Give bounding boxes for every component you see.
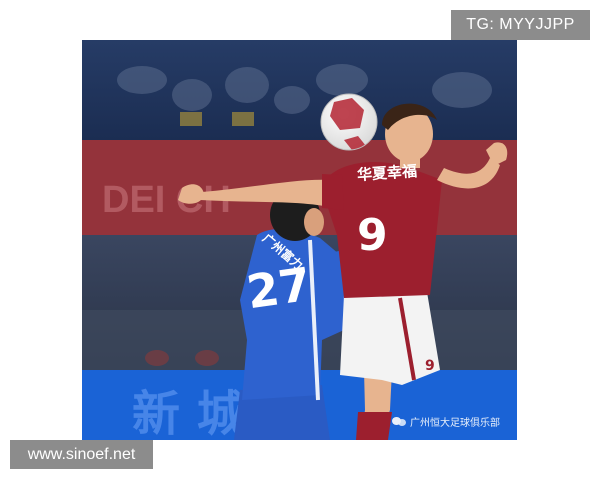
site-watermark: www.sinoef.net bbox=[10, 440, 153, 469]
red-jersey-sponsor: 华夏幸福 bbox=[356, 161, 418, 185]
blue-jersey-number: 27 bbox=[243, 257, 314, 319]
red-jersey-number: 9 bbox=[357, 210, 388, 261]
club-credit-text: 广州恒大足球俱乐部 bbox=[410, 417, 500, 429]
match-photo: DEI CH 新 城 27 9 9 华夏幸福 广州富力 广州恒大足球俱乐部 bbox=[82, 40, 517, 440]
club-watermark: 广州恒大足球俱乐部 bbox=[392, 412, 500, 430]
tg-watermark: TG: MYYJJPP bbox=[451, 10, 590, 40]
football bbox=[320, 93, 378, 151]
red-shorts-number: 9 bbox=[425, 358, 435, 374]
photo-scene: DEI CH 新 城 27 9 9 bbox=[82, 40, 517, 440]
chat-bubble-icon bbox=[392, 415, 406, 427]
svg-text:新 城: 新 城 bbox=[132, 386, 245, 440]
